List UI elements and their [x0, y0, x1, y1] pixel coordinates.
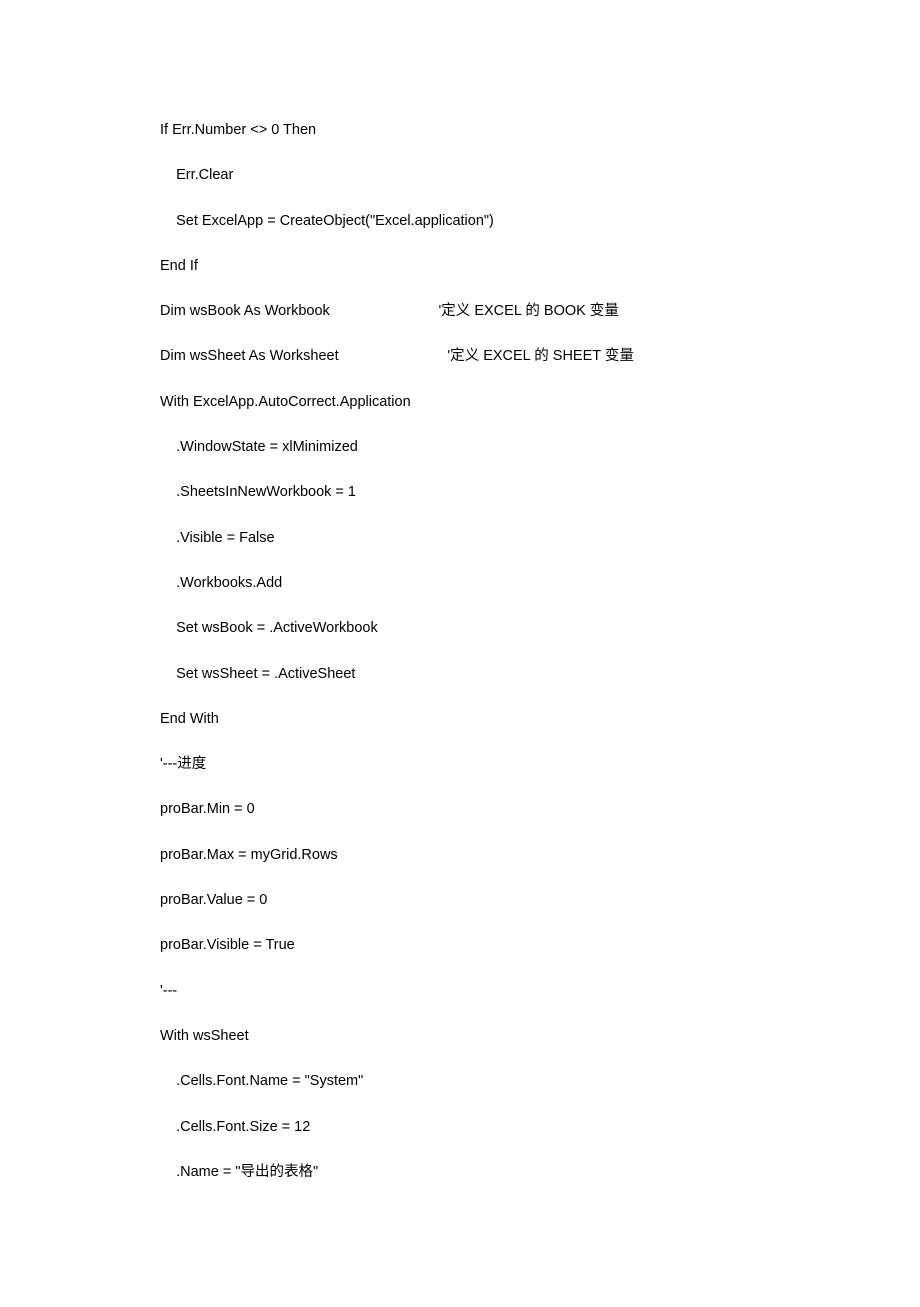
code-line: .Workbooks.Add: [160, 573, 760, 593]
code-line: Err.Clear: [160, 165, 760, 185]
code-line: .Visible = False: [160, 528, 760, 548]
code-line: Dim wsBook As Workbook '定义 EXCEL 的 BOOK …: [160, 301, 760, 321]
code-line: If Err.Number <> 0 Then: [160, 120, 760, 140]
code-line: .Name = "导出的表格": [160, 1162, 760, 1182]
code-block: If Err.Number <> 0 Then Err.Clear Set Ex…: [160, 120, 760, 1182]
code-line: .WindowState = xlMinimized: [160, 437, 760, 457]
code-line: .Cells.Font.Size = 12: [160, 1117, 760, 1137]
code-line: .SheetsInNewWorkbook = 1: [160, 482, 760, 502]
code-line: proBar.Value = 0: [160, 890, 760, 910]
code-line: proBar.Visible = True: [160, 935, 760, 955]
code-line: With wsSheet: [160, 1026, 760, 1046]
code-line: End If: [160, 256, 760, 276]
code-line: Set wsSheet = .ActiveSheet: [160, 664, 760, 684]
code-line: .Cells.Font.Name = "System": [160, 1071, 760, 1091]
code-line: End With: [160, 709, 760, 729]
code-line: '---进度: [160, 754, 760, 774]
code-line: Dim wsSheet As Worksheet '定义 EXCEL 的 SHE…: [160, 346, 760, 366]
code-line: Set wsBook = .ActiveWorkbook: [160, 618, 760, 638]
code-line: proBar.Min = 0: [160, 799, 760, 819]
document-page: If Err.Number <> 0 Then Err.Clear Set Ex…: [0, 0, 920, 1307]
code-line: '---: [160, 981, 760, 1001]
code-line: Set ExcelApp = CreateObject("Excel.appli…: [160, 211, 760, 231]
code-line: proBar.Max = myGrid.Rows: [160, 845, 760, 865]
code-line: With ExcelApp.AutoCorrect.Application: [160, 392, 760, 412]
